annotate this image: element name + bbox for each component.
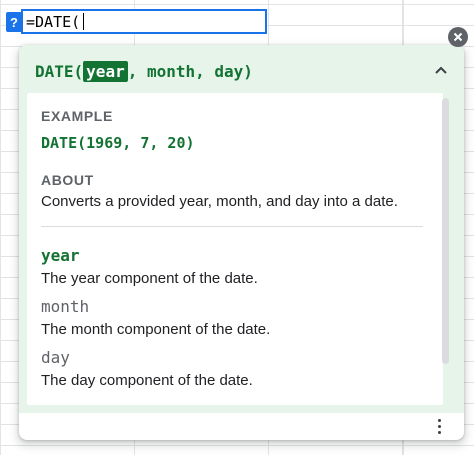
arg-desc-year: The year component of the date. (41, 270, 258, 287)
more-vert-icon[interactable] (431, 415, 447, 437)
arg-name-year: year (41, 246, 80, 265)
help-content: EXAMPLE DATE(1969, 7, 20) ABOUT Converts… (27, 93, 443, 405)
formula-help-button[interactable]: ? (6, 12, 22, 32)
active-argument: year (83, 60, 128, 82)
arg-desc-day: The day component of the date. (41, 372, 253, 389)
formula-help-popup: DATE(year, month, day) EXAMPLE DATE(1969… (19, 45, 464, 440)
arg-name-month: month (41, 297, 90, 316)
about-text: Converts a provided year, month, and day… (41, 193, 398, 210)
formula-text: =DATE( (26, 12, 81, 31)
signature-rest: , month, day) (127, 61, 253, 81)
function-name: DATE( (35, 61, 84, 81)
example-label: EXAMPLE (41, 108, 113, 124)
more-dot (437, 424, 441, 428)
function-signature: DATE(year, month, day) (35, 59, 253, 83)
arg-name-day: day (41, 348, 70, 367)
more-dot (437, 418, 441, 422)
close-icon[interactable] (448, 27, 468, 47)
section-divider (41, 226, 423, 227)
arg-desc-month: The month component of the date. (41, 321, 271, 338)
about-label: ABOUT (41, 172, 94, 188)
more-dot (437, 430, 441, 434)
popup-body: DATE(year, month, day) EXAMPLE DATE(1969… (19, 45, 464, 413)
scrollbar-thumb[interactable] (442, 98, 449, 364)
formula-cell-input[interactable]: =DATE( (21, 9, 267, 34)
example-code: DATE(1969, 7, 20) (41, 134, 195, 152)
text-caret (83, 13, 85, 30)
chevron-up-icon[interactable] (430, 59, 452, 81)
